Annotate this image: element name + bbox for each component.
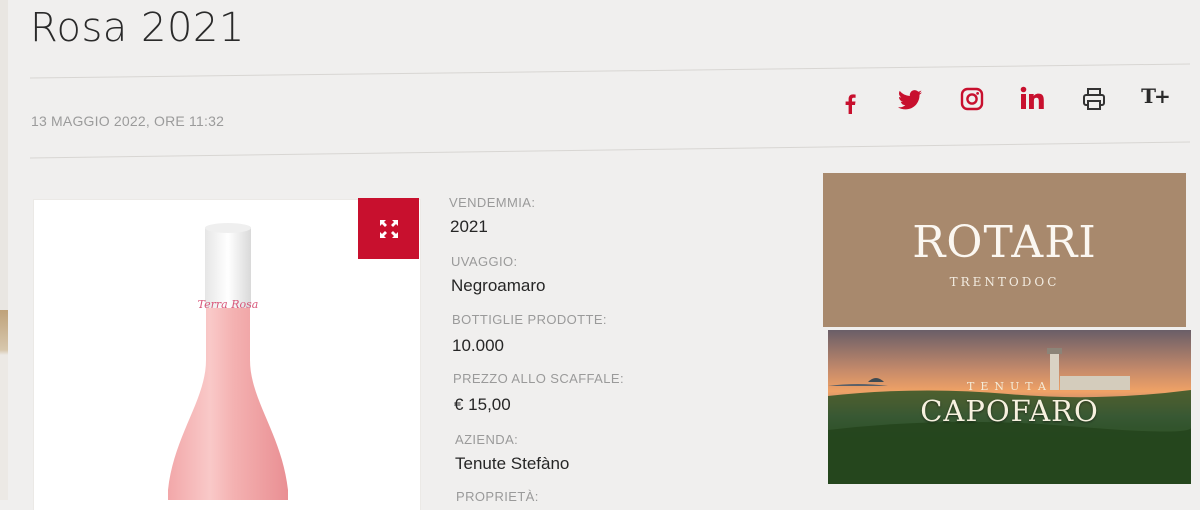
ad-banner-rotari[interactable]: ROTARI TRENTODOC xyxy=(823,173,1186,327)
facebook-icon[interactable] xyxy=(836,90,864,118)
divider-middle xyxy=(30,141,1190,159)
page-title: Rosa 2021 xyxy=(30,5,245,51)
spec-label-price: PREZZO ALLO SCAFFALE: xyxy=(453,371,624,386)
rotari-logo-text: ROTARI xyxy=(912,217,1097,268)
bottle-label-script: Terra Rosa xyxy=(198,298,259,311)
capofaro-logo-subtitle: TENUTA xyxy=(967,380,1052,393)
linkedin-icon[interactable] xyxy=(1018,84,1046,112)
spec-label-owner: PROPRIETÀ: xyxy=(456,489,539,504)
spec-label-bottles: BOTTIGLIE PRODOTTE: xyxy=(452,312,607,327)
spec-value-vintage: 2021 xyxy=(450,217,488,236)
spec-value-winery: Tenute Stefàno xyxy=(455,454,570,473)
print-icon[interactable] xyxy=(1080,85,1108,113)
text-size-label: T+ xyxy=(1141,84,1171,108)
spec-value-bottles: 10.000 xyxy=(452,336,504,355)
expand-icon xyxy=(379,219,398,238)
rotari-logo-subtitle: TRENTODOC xyxy=(949,275,1060,289)
expand-image-button[interactable] xyxy=(358,198,419,259)
left-edge-strip xyxy=(0,0,8,500)
spec-label-winery: AZIENDA: xyxy=(455,432,519,447)
text-size-icon[interactable]: T+ xyxy=(1141,82,1171,110)
spec-label-grape: UVAGGIO: xyxy=(451,254,518,269)
capofaro-logo-text: CAPOFARO xyxy=(920,394,1099,428)
spec-value-grape: Negroamaro xyxy=(451,276,546,295)
share-toolbar: T+ xyxy=(0,84,1200,118)
spec-label-vintage: VENDEMMIA: xyxy=(449,195,536,210)
spec-value-price: € 15,00 xyxy=(454,395,511,414)
twitter-icon[interactable] xyxy=(896,86,924,114)
instagram-icon[interactable] xyxy=(958,85,986,113)
divider-top xyxy=(30,63,1190,79)
ad-banner-capofaro[interactable]: TENUTA CAPOFARO xyxy=(828,330,1191,484)
